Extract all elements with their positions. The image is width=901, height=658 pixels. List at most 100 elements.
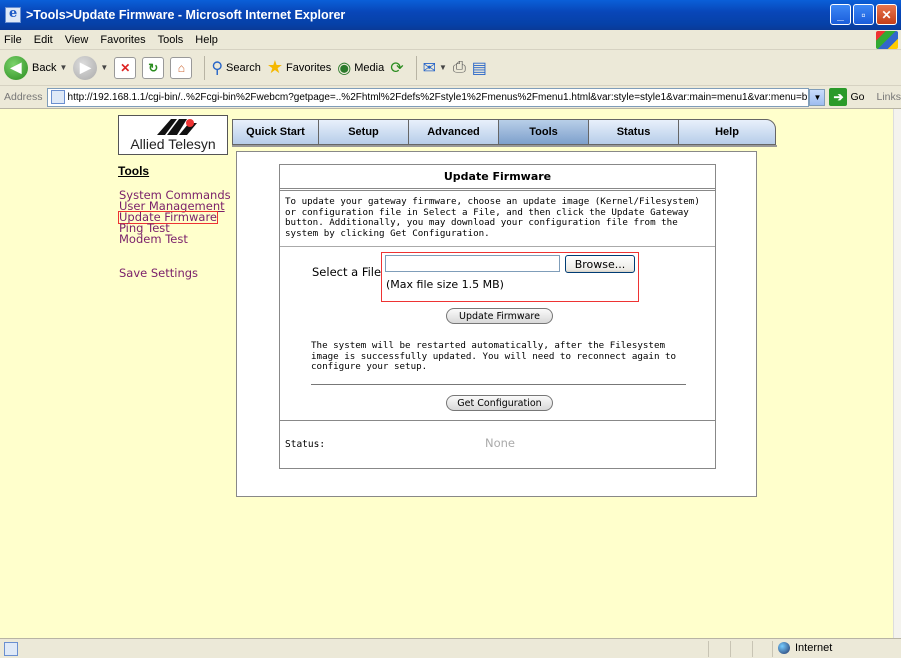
status-cell — [730, 641, 731, 657]
page-icon — [50, 90, 65, 104]
sidebar-item-modem-test[interactable]: Modem Test — [119, 232, 188, 246]
forward-arrow-icon: ▶ — [73, 55, 98, 80]
select-file-label: Select a File — [312, 265, 382, 279]
zone-label: Internet — [795, 642, 833, 654]
address-bar: Address http://192.168.1.1/cgi-bin/..%2F… — [0, 86, 901, 109]
refresh-icon: ↻ — [142, 56, 165, 79]
go-label: Go — [850, 91, 865, 103]
favorites-label: Favorites — [286, 61, 332, 74]
status-bar: Internet — [0, 638, 901, 658]
chevron-down-icon[interactable]: ▼ — [100, 63, 108, 72]
tab-quick-start[interactable]: Quick Start — [232, 119, 318, 145]
menu-file[interactable]: File — [4, 34, 22, 46]
go-arrow-icon: ➔ — [829, 88, 848, 106]
tab-advanced[interactable]: Advanced — [408, 119, 498, 145]
restart-note: The system will be restarted automatical… — [311, 340, 677, 372]
address-dropdown-icon[interactable]: ▼ — [809, 88, 826, 106]
save-settings-link[interactable]: Save Settings — [119, 266, 198, 280]
get-configuration-button[interactable]: Get Configuration — [446, 395, 553, 411]
close-button[interactable]: ✕ — [876, 4, 897, 25]
history-button[interactable]: ⟳ — [390, 58, 403, 78]
minimize-button[interactable]: _ — [830, 4, 851, 25]
menu-favorites[interactable]: Favorites — [100, 34, 145, 46]
page-content: Allied Telesyn Quick Start Setup Advance… — [0, 109, 893, 638]
refresh-button[interactable]: ↻ — [142, 56, 165, 79]
sidebar-menu: System Commands User Management Update F… — [117, 189, 231, 246]
window-controls: _ ▫ ✕ — [830, 4, 897, 25]
home-button[interactable]: ⌂ — [170, 56, 193, 79]
media-button[interactable]: ◉ Media — [337, 58, 384, 78]
toolbar-separator — [415, 55, 417, 80]
star-icon: ★ — [266, 57, 284, 77]
edit-button[interactable]: ▤ — [472, 58, 487, 78]
media-label: Media — [354, 61, 385, 74]
print-icon: ⎙ — [452, 58, 466, 76]
nav-underline — [232, 145, 777, 147]
tab-tools[interactable]: Tools — [498, 119, 588, 145]
browser-toolbar: ◀ Back ▼ ▶ ▼ ✕ ↻ ⌂ ⚲ Search ★ Favorites … — [0, 50, 901, 86]
mail-icon: ✉ — [422, 59, 437, 77]
ie-icon — [5, 6, 21, 23]
vertical-scrollbar[interactable] — [893, 109, 901, 638]
mail-button[interactable]: ✉ ▼ — [423, 58, 447, 78]
status-cell — [752, 641, 753, 657]
tab-status[interactable]: Status — [588, 119, 678, 145]
update-firmware-button[interactable]: Update Firmware — [446, 308, 553, 324]
window-title: >Tools>Update Firmware - Microsoft Inter… — [26, 8, 346, 22]
stop-icon: ✕ — [114, 56, 137, 79]
address-label: Address — [4, 91, 43, 103]
allied-telesyn-logo: Allied Telesyn — [118, 115, 228, 155]
sidebar-title: Tools — [118, 164, 150, 178]
tab-help[interactable]: Help — [678, 119, 776, 145]
status-cell — [708, 641, 709, 657]
window-titlebar: >Tools>Update Firmware - Microsoft Inter… — [0, 0, 901, 30]
chevron-down-icon[interactable]: ▼ — [439, 63, 447, 72]
menu-edit[interactable]: Edit — [34, 34, 53, 46]
main-nav: Quick Start Setup Advanced Tools Status … — [232, 119, 776, 145]
go-button[interactable]: ➔ Go — [829, 88, 864, 106]
logo-text: Allied Telesyn — [130, 136, 216, 152]
file-input[interactable] — [385, 255, 560, 272]
panel-title: Update Firmware — [280, 165, 715, 191]
panel-description: To update your gateway firmware, choose … — [280, 191, 715, 247]
search-button[interactable]: ⚲ Search — [211, 58, 261, 78]
security-zone: Internet — [778, 642, 832, 654]
menu-tools[interactable]: Tools — [158, 34, 184, 46]
menu-view[interactable]: View — [65, 34, 89, 46]
update-firmware-form: Update Firmware To update your gateway f… — [279, 164, 716, 469]
chevron-down-icon[interactable]: ▼ — [59, 63, 67, 72]
home-icon: ⌂ — [170, 56, 193, 79]
history-icon: ⟳ — [390, 59, 404, 77]
max-file-size-text: (Max file size 1.5 MB) — [386, 278, 504, 291]
status-label: Status: — [285, 439, 326, 450]
restore-button[interactable]: ▫ — [853, 4, 874, 25]
stop-button[interactable]: ✕ — [114, 56, 137, 79]
back-button[interactable]: ◀ Back ▼ — [4, 55, 67, 80]
status-cell — [772, 641, 773, 657]
browse-button[interactable]: Browse... — [565, 255, 635, 273]
favorites-button[interactable]: ★ Favorites — [267, 57, 331, 78]
links-toolbar[interactable]: Links — [876, 91, 901, 103]
back-arrow-icon: ◀ — [4, 55, 28, 80]
menu-help[interactable]: Help — [195, 34, 218, 46]
edit-icon: ▤ — [471, 59, 487, 77]
page-done-icon — [4, 641, 18, 656]
search-label: Search — [226, 61, 261, 74]
search-icon: ⚲ — [211, 59, 224, 77]
globe-icon — [778, 642, 790, 654]
print-button[interactable]: ⎙ — [453, 59, 466, 77]
media-icon: ◉ — [337, 59, 352, 77]
tab-setup[interactable]: Setup — [318, 119, 408, 145]
menu-bar: File Edit View Favorites Tools Help — [0, 30, 901, 50]
address-input[interactable]: http://192.168.1.1/cgi-bin/..%2Fcgi-bin%… — [46, 87, 810, 107]
logo-mark-icon — [157, 119, 197, 135]
back-label: Back — [32, 61, 57, 74]
status-value: None — [485, 436, 516, 450]
address-url: http://192.168.1.1/cgi-bin/..%2Fcgi-bin%… — [67, 91, 808, 103]
toolbar-separator — [204, 55, 206, 80]
forward-button[interactable]: ▶ ▼ — [73, 55, 108, 80]
divider — [311, 384, 686, 385]
status-divider — [280, 420, 715, 421]
windows-logo-icon — [876, 31, 898, 49]
main-panel: Update Firmware To update your gateway f… — [236, 151, 757, 497]
